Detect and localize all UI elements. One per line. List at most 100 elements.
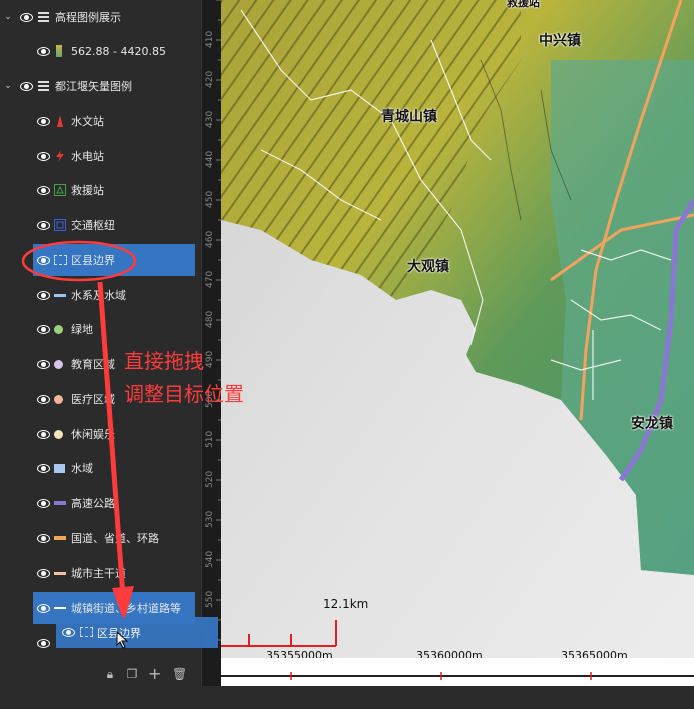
ruler-tick-label: 440 xyxy=(205,150,215,168)
layer-label: 国道、省道、环路 xyxy=(71,532,159,545)
boundary-icon xyxy=(80,627,93,637)
annotation-line-2: 调整目标位置 xyxy=(124,382,244,406)
layer-item-hydropower[interactable]: 水电站 xyxy=(0,140,200,172)
eye-icon[interactable] xyxy=(37,463,50,473)
eye-icon[interactable] xyxy=(37,290,50,300)
scale-bar-label: 12.1km xyxy=(323,597,369,611)
layer-label: 城市主干道 xyxy=(71,567,126,580)
layer-item-national-road[interactable]: 国道、省道、环路 xyxy=(0,522,200,554)
annotation-line-1: 直接拖拽 xyxy=(124,349,204,373)
layer-label: 救援站 xyxy=(71,184,104,197)
ruler-tick-label: 430 xyxy=(205,110,215,128)
layer-item-rescue[interactable]: 救援站 xyxy=(0,174,200,206)
layer-label: 医疗区域 xyxy=(71,393,115,406)
layer-label: 水文站 xyxy=(71,115,104,128)
eye-icon[interactable] xyxy=(37,185,50,195)
map-label-daguan: 大观镇 xyxy=(407,259,449,275)
eye-icon[interactable] xyxy=(37,324,50,334)
ruler-tick-label: 520 xyxy=(205,470,215,488)
eye-icon[interactable] xyxy=(37,255,50,265)
layer-group-vector[interactable]: ⌄ 都江堰矢量图例 xyxy=(0,70,200,102)
map-label-zhongxing: 中兴镇 xyxy=(539,33,581,49)
layer-item-hydrology[interactable]: 水文站 xyxy=(0,105,200,137)
vertical-ruler: 410 420 430 440 450 460 470 480 490 500 … xyxy=(201,0,222,686)
water-area-icon xyxy=(54,463,65,473)
education-dot-icon xyxy=(54,359,63,369)
map-canvas[interactable]: 救援站 中兴镇 青城山镇 大观镇 安龙镇 12.1km 35355000m 35… xyxy=(221,0,694,658)
eye-icon[interactable] xyxy=(37,116,50,126)
layer-toolbar: 🔒︎ ❐ + 🗑︎ xyxy=(0,660,200,686)
main-road-line-icon xyxy=(54,571,66,575)
ruler-tick-label: 530 xyxy=(205,510,215,528)
eye-icon[interactable] xyxy=(37,498,50,508)
transport-hub-icon xyxy=(54,219,66,231)
status-bar xyxy=(0,686,694,709)
eye-icon[interactable] xyxy=(37,394,50,404)
layer-item-greenland[interactable]: 绿地 xyxy=(0,313,200,345)
ruler-tick-label: 480 xyxy=(205,310,215,328)
rescue-station-icon xyxy=(54,184,66,196)
eye-icon xyxy=(62,628,75,637)
add-icon[interactable]: + xyxy=(148,666,161,682)
ruler-tick-label: 490 xyxy=(205,350,215,368)
green-dot-icon xyxy=(54,324,63,334)
delete-icon[interactable]: 🗑︎ xyxy=(172,668,187,680)
water-line-icon xyxy=(54,293,66,297)
eye-icon[interactable] xyxy=(37,638,50,648)
layer-group-label: 都江堰矢量图例 xyxy=(55,80,132,93)
ruler-tick-label: 510 xyxy=(205,430,215,448)
eye-icon[interactable] xyxy=(37,46,50,56)
x-coord-label: 35355000m xyxy=(266,649,333,658)
list-icon xyxy=(38,81,49,91)
ruler-tick-label: 420 xyxy=(205,70,215,88)
lock-icon[interactable]: 🔒︎ xyxy=(104,668,116,680)
layer-label: 休闲娱乐 xyxy=(71,428,115,441)
medical-dot-icon xyxy=(54,394,63,404)
chevron-down-icon[interactable]: ⌄ xyxy=(3,12,13,22)
layer-label: 水电站 xyxy=(71,150,104,163)
layer-item-water-area[interactable]: 水域 xyxy=(0,452,200,484)
hydropower-station-icon xyxy=(54,150,66,162)
national-road-line-icon xyxy=(54,536,66,540)
layer-label: 区县边界 xyxy=(71,254,115,267)
layer-group-label: 高程图例展示 xyxy=(55,11,121,24)
drag-preview[interactable]: 区县边界 xyxy=(56,617,218,649)
chevron-down-icon[interactable]: ⌄ xyxy=(3,81,13,91)
layer-panel: ⌄ 高程图例展示 562.88 - 4420.85 ⌄ 都江堰矢量图例 水文站 … xyxy=(0,0,200,686)
layer-group-elevation[interactable]: ⌄ 高程图例展示 xyxy=(0,1,200,33)
layer-item-water-system[interactable]: 水系及水域 xyxy=(0,279,200,311)
layer-item-main-road[interactable]: 城市主干道 xyxy=(0,557,200,589)
eye-icon[interactable] xyxy=(37,359,50,369)
x-coord-label: 35365000m xyxy=(561,649,628,658)
x-coord-label: 35360000m xyxy=(416,649,483,658)
layer-item-transport[interactable]: 交通枢纽 xyxy=(0,209,200,241)
copy-icon[interactable]: ❐ xyxy=(126,668,138,680)
map-label-qingchengshan: 青城山镇 xyxy=(381,109,437,125)
eye-icon[interactable] xyxy=(20,12,33,22)
horizontal-ruler xyxy=(221,658,694,686)
eye-icon[interactable] xyxy=(37,429,50,439)
ruler-tick-label: 470 xyxy=(205,270,215,288)
eye-icon[interactable] xyxy=(37,151,50,161)
ruler-tick-label: 540 xyxy=(205,550,215,568)
eye-icon[interactable] xyxy=(37,568,50,578)
ruler-tick-label: 410 xyxy=(205,30,215,48)
mouse-cursor-icon xyxy=(116,631,129,649)
map-label-anlong: 安龙镇 xyxy=(631,416,673,432)
layer-elevation-range[interactable]: 562.88 - 4420.85 xyxy=(0,35,200,67)
layer-label: 绿地 xyxy=(71,323,93,336)
leisure-dot-icon xyxy=(54,429,63,439)
layer-item-leisure[interactable]: 休闲娱乐 xyxy=(0,418,200,450)
layer-item-highway[interactable]: 高速公路 xyxy=(0,487,200,519)
layer-label: 水域 xyxy=(71,462,93,475)
layer-item-district-boundary[interactable]: 区县边界 xyxy=(33,244,195,276)
eye-icon[interactable] xyxy=(20,81,33,91)
layer-label: 交通枢纽 xyxy=(71,219,115,232)
eye-icon[interactable] xyxy=(37,220,50,230)
layer-label: 高速公路 xyxy=(71,497,115,510)
list-icon xyxy=(38,12,49,22)
gradient-swatch-icon xyxy=(56,45,62,57)
street-line-icon xyxy=(54,607,66,609)
eye-icon[interactable] xyxy=(37,603,50,613)
eye-icon[interactable] xyxy=(37,533,50,543)
